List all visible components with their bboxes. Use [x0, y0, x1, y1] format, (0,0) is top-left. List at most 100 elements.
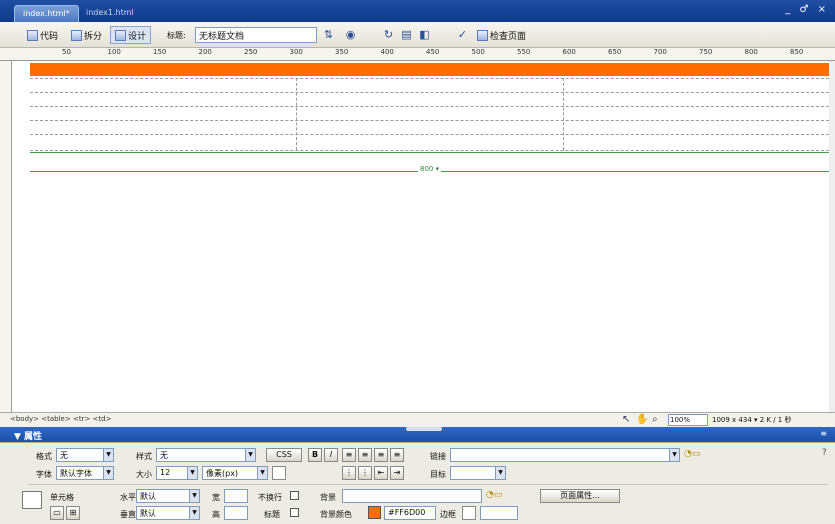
design-canvas[interactable] [12, 61, 835, 412]
code-view-button[interactable]: 代码 [22, 26, 63, 44]
align-right-button[interactable]: ≡ [374, 448, 388, 462]
title-input[interactable]: 无标题文档 [195, 27, 317, 43]
ruler-mark: 150 [153, 48, 167, 56]
border-color-swatch[interactable] [462, 506, 476, 520]
table-width-label[interactable]: 800 ▾ [418, 165, 442, 173]
ruler-mark: 350 [335, 48, 349, 56]
nowrap-checkbox[interactable] [290, 491, 299, 500]
table-row-divider [30, 106, 829, 107]
align-center-button[interactable]: ≡ [358, 448, 372, 462]
window-size-readout[interactable]: 1009 x 434 ▾ 2 K / 1 秒 [712, 415, 792, 425]
check-page-button[interactable]: 检查页面 [472, 26, 531, 44]
window-controls[interactable]: _ ♂ × [785, 4, 829, 15]
bg-input[interactable] [342, 489, 482, 503]
target-label: 目标 [430, 470, 446, 479]
style-select[interactable]: 无 ▼ [156, 448, 256, 462]
refresh-icon[interactable]: ↻ [382, 28, 395, 41]
merge-cells-button[interactable]: ▭ [50, 506, 64, 520]
border-input[interactable] [480, 506, 518, 520]
ruler-mark: 500 [471, 48, 485, 56]
table-row-divider [30, 150, 829, 151]
justify-button[interactable]: ≡ [390, 448, 404, 462]
split-cell-button[interactable]: ⊞ [66, 506, 80, 520]
document-toolbar: 代码 拆分 设计 标题: 无标题文档 ⇅ ◉ ↻ ▤ ◧ ✓ 检查页面 [0, 22, 835, 48]
ruler-mark: 850 [790, 48, 804, 56]
chevron-down-icon: ▼ [187, 467, 197, 479]
chevron-down-icon: ▼ [669, 449, 679, 461]
panel-menu-icon[interactable]: ≡ [820, 429, 827, 438]
bgcolor-input[interactable]: #FF6D00 [384, 506, 436, 520]
split-view-button[interactable]: 拆分 [66, 26, 107, 44]
ruler-mark: 250 [244, 48, 258, 56]
horz-value: 默认 [140, 492, 156, 501]
height-input[interactable] [224, 506, 248, 520]
target-select[interactable]: ▼ [450, 466, 506, 480]
horz-label: 水平 [120, 493, 136, 502]
format-select[interactable]: 无 ▼ [56, 448, 114, 462]
select-tool-icon[interactable]: ↖ [622, 414, 630, 425]
browse-folder-icon[interactable]: ◔▭ [684, 449, 700, 459]
properties-panel-header[interactable]: ▼ 属性 ≡ [0, 427, 835, 442]
horz-select[interactable]: 默认 ▼ [136, 489, 200, 503]
split-label: 拆分 [84, 32, 103, 42]
unit-select[interactable]: 像素(px) ▼ [202, 466, 268, 480]
align-left-button[interactable]: ≡ [342, 448, 356, 462]
size-select[interactable]: 12 ▼ [156, 466, 198, 480]
design-view-button[interactable]: 设计 [110, 26, 152, 44]
bgcolor-swatch[interactable] [368, 506, 381, 519]
nowrap-label: 不换行 [258, 493, 282, 502]
ordered-list-button[interactable]: ⋮ [358, 466, 372, 480]
zoom-tool-icon[interactable]: ⌕ [652, 414, 658, 425]
header-checkbox[interactable] [290, 508, 299, 517]
tag-selector[interactable]: <body> <table> <tr> <td> [10, 415, 111, 423]
table-column-divider [563, 78, 564, 150]
ruler-mark: 450 [426, 48, 440, 56]
chevron-down-icon: ▼ [495, 467, 505, 479]
validate-markup-icon[interactable]: ✓ [456, 28, 469, 41]
vert-value: 默认 [140, 509, 156, 518]
outdent-button[interactable]: ⇤ [374, 466, 388, 480]
view-options-icon[interactable]: ▤ [400, 28, 413, 41]
ruler-mark: 200 [198, 48, 212, 56]
code-label: 代码 [40, 32, 59, 42]
properties-title: ▼ 属性 [14, 432, 43, 442]
vert-label: 垂直 [120, 510, 136, 519]
split-icon [71, 30, 82, 41]
table-row-divider [30, 92, 829, 93]
file-management-icon[interactable]: ⇅ [322, 28, 335, 41]
format-label: 格式 [36, 452, 52, 461]
font-select[interactable]: 默认字体 ▼ [56, 466, 114, 480]
help-icon[interactable]: ? [822, 448, 827, 458]
indent-button[interactable]: ⇥ [390, 466, 404, 480]
tab-index[interactable]: index.html* [14, 5, 79, 22]
bg-label: 背景 [320, 493, 336, 502]
zoom-select[interactable]: 100% [668, 414, 708, 426]
font-label: 字体 [36, 470, 52, 479]
bold-button[interactable]: B [308, 448, 322, 462]
title-label: 标题: [167, 31, 186, 40]
css-button[interactable]: CSS [266, 448, 302, 462]
orange-header-cell[interactable] [30, 63, 829, 76]
page-properties-button[interactable]: 页面属性... [540, 489, 620, 503]
border-label: 边框 [440, 510, 456, 519]
chevron-down-icon: ▼ [103, 467, 113, 479]
preview-browser-icon[interactable]: ◉ [344, 28, 357, 41]
tab-index1[interactable]: index1.html [78, 5, 142, 22]
panel-grip[interactable] [406, 427, 442, 431]
bgcolor-label: 背景颜色 [320, 510, 352, 519]
code-icon [27, 30, 38, 41]
browse-folder-icon[interactable]: ◔▭ [486, 490, 502, 500]
vertical-scrollbar[interactable] [829, 61, 835, 412]
text-color-swatch[interactable] [272, 466, 286, 480]
unordered-list-button[interactable]: ⋮ [342, 466, 356, 480]
visual-aids-icon[interactable]: ◧ [418, 28, 431, 41]
hand-tool-icon[interactable]: ✋ [636, 414, 648, 425]
italic-button[interactable]: I [324, 448, 338, 462]
width-input[interactable] [224, 489, 248, 503]
chevron-down-icon: ▼ [189, 490, 199, 502]
status-bar: <body> <table> <tr> <td> ↖ ✋ ⌕ 100% 1009… [0, 412, 835, 427]
vert-select[interactable]: 默认 ▼ [136, 506, 200, 520]
style-value: 无 [160, 451, 168, 460]
link-input[interactable]: ▼ [450, 448, 680, 462]
ruler-mark: 300 [289, 48, 303, 56]
